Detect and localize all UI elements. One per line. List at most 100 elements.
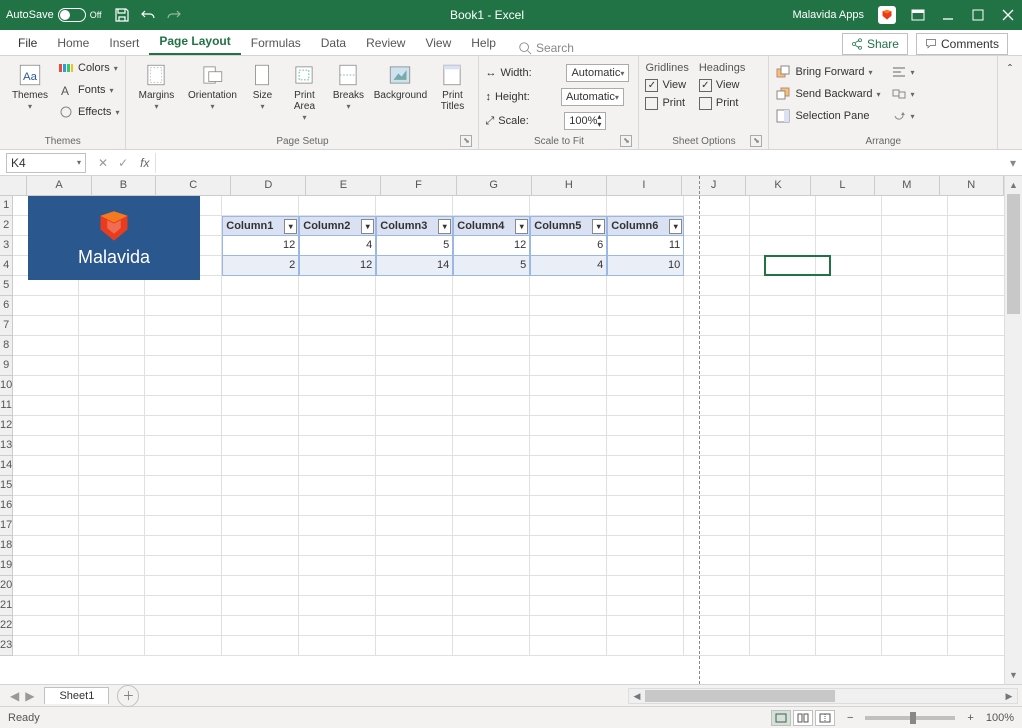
cell[interactable] [750, 436, 816, 456]
cell[interactable] [79, 456, 145, 476]
cell[interactable]: Column1▾ [222, 216, 299, 236]
cell[interactable] [684, 416, 750, 436]
cell[interactable] [222, 576, 299, 596]
cell[interactable] [816, 356, 882, 376]
col-header[interactable]: J [682, 176, 746, 196]
cell[interactable] [376, 296, 453, 316]
cell[interactable] [453, 476, 530, 496]
cell[interactable] [816, 236, 882, 256]
cell[interactable] [222, 416, 299, 436]
cell[interactable] [376, 316, 453, 336]
cell[interactable] [750, 196, 816, 216]
cell[interactable] [13, 476, 79, 496]
cell[interactable] [530, 416, 607, 436]
normal-view-button[interactable] [771, 710, 791, 726]
tab-view[interactable]: View [415, 31, 461, 55]
cell[interactable] [607, 496, 684, 516]
tab-page-layout[interactable]: Page Layout [149, 29, 240, 55]
cell[interactable] [299, 336, 376, 356]
undo-icon[interactable] [140, 7, 156, 23]
row-header[interactable]: 16 [0, 496, 13, 516]
cell[interactable] [530, 596, 607, 616]
height-select[interactable]: Automatic▾ [561, 88, 624, 106]
share-button[interactable]: Share [842, 33, 908, 55]
cell[interactable] [750, 556, 816, 576]
cell[interactable] [145, 396, 222, 416]
cell[interactable] [750, 516, 816, 536]
cell[interactable] [684, 276, 750, 296]
cell[interactable] [607, 476, 684, 496]
cell[interactable]: 6 [530, 236, 607, 256]
cell[interactable] [453, 596, 530, 616]
cell[interactable] [530, 576, 607, 596]
cell[interactable] [684, 636, 750, 656]
cell[interactable] [684, 476, 750, 496]
cell[interactable] [607, 616, 684, 636]
page-break-view-button[interactable] [815, 710, 835, 726]
cell[interactable] [79, 396, 145, 416]
filter-dropdown-icon[interactable]: ▾ [284, 219, 297, 234]
row-header[interactable]: 1 [0, 196, 13, 216]
cell[interactable] [13, 396, 79, 416]
align-button[interactable]: ▾ [891, 62, 915, 82]
cell[interactable] [750, 276, 816, 296]
cell[interactable] [376, 336, 453, 356]
cell[interactable] [376, 436, 453, 456]
cell[interactable] [222, 456, 299, 476]
cell[interactable] [453, 396, 530, 416]
close-icon[interactable] [1000, 7, 1016, 23]
cell[interactable] [453, 196, 530, 216]
scroll-left-icon[interactable]: ◀ [629, 689, 645, 703]
cell[interactable] [684, 536, 750, 556]
rotate-button[interactable]: ▾ [891, 106, 915, 126]
cell[interactable] [222, 376, 299, 396]
cell[interactable] [453, 576, 530, 596]
cell[interactable] [13, 296, 79, 316]
row-header[interactable]: 10 [0, 376, 13, 396]
scale-launcher[interactable]: ⬊ [620, 135, 632, 147]
gridlines-print-checkbox[interactable]: Print [645, 94, 688, 112]
cell[interactable] [145, 376, 222, 396]
cell[interactable] [145, 616, 222, 636]
name-box[interactable]: K4▾ [6, 153, 86, 173]
cell[interactable] [882, 236, 948, 256]
cell[interactable] [948, 316, 1004, 336]
cell[interactable] [299, 396, 376, 416]
cell[interactable] [376, 416, 453, 436]
cell[interactable] [607, 576, 684, 596]
cell[interactable] [145, 476, 222, 496]
cell[interactable] [750, 596, 816, 616]
cell[interactable] [816, 316, 882, 336]
cell[interactable] [530, 616, 607, 636]
cell[interactable] [684, 496, 750, 516]
cell[interactable] [222, 356, 299, 376]
cell[interactable] [948, 536, 1004, 556]
cell[interactable] [750, 576, 816, 596]
cell[interactable]: 4 [530, 256, 607, 276]
cell[interactable] [607, 276, 684, 296]
cell[interactable] [750, 616, 816, 636]
cell[interactable] [882, 536, 948, 556]
cell[interactable] [299, 596, 376, 616]
group-objects-button[interactable]: ▾ [891, 84, 915, 104]
cell[interactable] [530, 476, 607, 496]
cell[interactable] [607, 436, 684, 456]
cell[interactable] [948, 196, 1004, 216]
cell[interactable] [882, 576, 948, 596]
cell[interactable] [530, 296, 607, 316]
cell[interactable] [222, 436, 299, 456]
cell[interactable] [299, 636, 376, 656]
cell[interactable] [882, 616, 948, 636]
row-header[interactable]: 22 [0, 616, 13, 636]
cell[interactable] [882, 456, 948, 476]
cell[interactable] [222, 596, 299, 616]
ribbon-display-icon[interactable] [910, 7, 926, 23]
row-header[interactable]: 9 [0, 356, 13, 376]
row-header[interactable]: 14 [0, 456, 13, 476]
cell[interactable] [299, 496, 376, 516]
cell[interactable] [750, 636, 816, 656]
cancel-formula-icon[interactable]: ✕ [98, 156, 108, 170]
row-header[interactable]: 8 [0, 336, 13, 356]
comments-button[interactable]: Comments [916, 33, 1008, 55]
cell[interactable] [222, 316, 299, 336]
